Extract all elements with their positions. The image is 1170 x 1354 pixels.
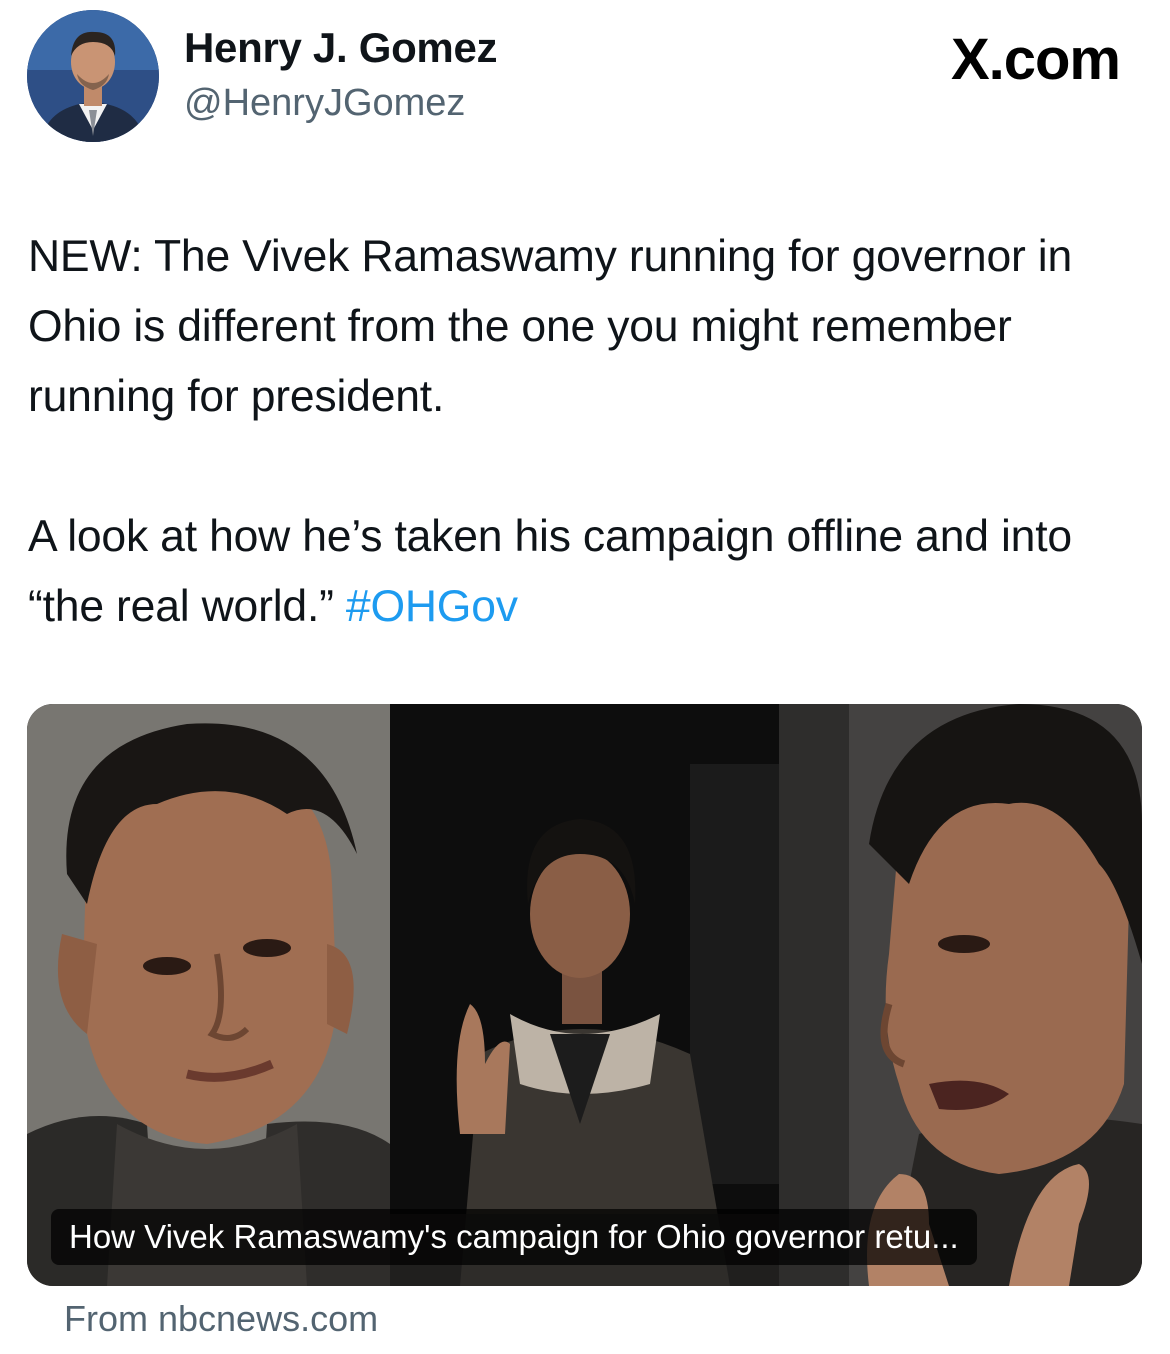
author-name[interactable]: Henry J. Gomez [184,24,498,72]
card-photo-left [27,704,390,1286]
card-photo-center [390,704,779,1286]
hashtag-link[interactable]: #OHGov [346,582,518,631]
portrait-closeup-image [27,704,390,1286]
tweet-paragraph-2-text: A look at how he’s taken his campaign of… [28,512,1072,631]
avatar-portrait [27,10,159,142]
link-card-title[interactable]: How Vivek Ramaswamy's campaign for Ohio … [51,1209,977,1265]
speaking-figure-image [390,704,779,1286]
x-com-logo: X.com [950,27,1121,92]
portrait-profile-image [779,704,1142,1286]
author-handle[interactable]: @HenryJGomez [184,82,465,125]
author-avatar[interactable] [27,10,159,142]
card-photo-right [779,704,1142,1286]
tweet-text: NEW: The Vivek Ramaswamy running for gov… [28,222,1138,642]
link-card-source[interactable]: From nbcnews.com [64,1298,378,1340]
tweet-paragraph-1: NEW: The Vivek Ramaswamy running for gov… [28,232,1073,421]
tweet-paragraph-2: A look at how he’s taken his campaign of… [28,502,1138,642]
link-card[interactable]: How Vivek Ramaswamy's campaign for Ohio … [27,704,1142,1286]
